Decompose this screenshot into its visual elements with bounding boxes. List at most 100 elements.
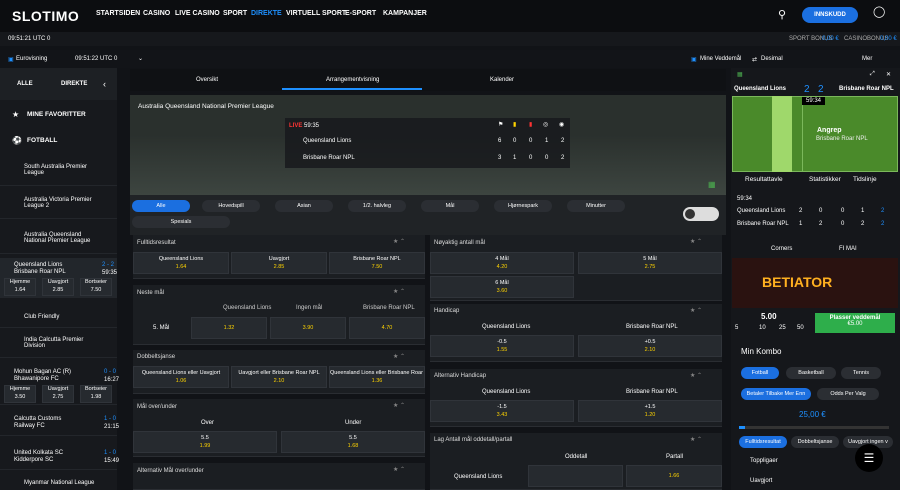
filter-spesials[interactable]: Spesials [132, 216, 230, 228]
tab-resultattavle[interactable]: Resultattavle [745, 176, 783, 183]
logo[interactable]: SLOTIMO [12, 8, 79, 24]
odds-button[interactable]: -1.5 3.43 [430, 400, 574, 422]
nav-e-sport[interactable]: E-SPORT [345, 10, 376, 17]
odds-button[interactable]: Queensland Lions eller Uavgjort 1.06 [133, 366, 229, 388]
odds-button[interactable]: Brisbane Roar NPL 7.50 [329, 252, 425, 274]
star-icon[interactable]: ★ ⌃ [393, 353, 405, 360]
place-bet-button[interactable]: Plasser veddemål €5.00 [815, 313, 895, 333]
odds-button[interactable]: 4.70 [349, 317, 425, 339]
odds-button[interactable]: Queensland Lions eller Brisbane Roar N 1.… [329, 366, 425, 388]
field-icon[interactable]: ▦ [737, 71, 743, 78]
odds-away[interactable]: Bortseier 1.98 [80, 385, 112, 403]
nav-kampanjer[interactable]: KAMPANJER [383, 10, 427, 17]
star-icon[interactable]: ★ ⌃ [393, 466, 405, 473]
league-item[interactable]: Australia Queensland National Premier Le… [0, 228, 117, 254]
league-label[interactable]: Myanmar National League [24, 480, 94, 486]
tab-arrangementvisning[interactable]: Arrangementvisning [326, 77, 379, 83]
chip-fulltid[interactable]: Fulltidsresultat [739, 436, 787, 448]
toggle[interactable] [683, 207, 719, 221]
stake-option[interactable]: 25 [779, 325, 786, 331]
promo-banner[interactable]: BETIATOR [732, 258, 898, 308]
filter-halvleg[interactable]: 1/2. halvleg [348, 200, 406, 212]
user-icon[interactable]: ◯ [873, 5, 885, 18]
odds-button[interactable]: +0.5 2.10 [578, 335, 722, 357]
odds-draw[interactable]: Uavgjort 2.85 [42, 278, 74, 296]
football-link[interactable]: FOTBALL [27, 137, 57, 144]
top-leagues[interactable]: Toppligaer [750, 458, 778, 464]
odds-button[interactable]: 5 Mål 2.75 [578, 252, 722, 274]
odds-button[interactable]: Uavgjort eller Brisbane Roar NPL 2.10 [231, 366, 327, 388]
eurovisning-label[interactable]: Eurovisning [16, 56, 47, 62]
odds-button[interactable]: Queensland Lions 1.64 [133, 252, 229, 274]
match-item[interactable]: Mohun Bagan AC (R) Bhawanipore FC 0 - 0 … [0, 365, 119, 405]
odds-button[interactable]: 6 Mål 3.60 [430, 276, 574, 298]
nav-sport[interactable]: SPORT [223, 10, 247, 17]
star-icon[interactable]: ★ ⌃ [393, 238, 405, 245]
tab-direkte[interactable]: DIREKTE [61, 81, 87, 87]
league-item[interactable]: India Calcutta Premier Division [0, 334, 117, 358]
tab-tidslinje[interactable]: Tidslinje [853, 176, 877, 183]
deposit-button[interactable]: INNSKUDD [802, 7, 858, 23]
odds-button[interactable]: 5.5 1.68 [281, 431, 425, 453]
filter-asian[interactable]: Asian [275, 200, 333, 212]
filter-hovedspill[interactable]: Hovedspill [202, 200, 260, 212]
checkbox-icon[interactable]: ▣ [691, 56, 697, 63]
stake-option[interactable]: 10 [759, 325, 766, 331]
match-item[interactable]: Queensland Lions Brisbane Roar NPL 2 - 2… [0, 258, 117, 298]
tab-statistikker[interactable]: Statistikker [809, 176, 841, 183]
chevron-down-icon[interactable]: ⌄ [138, 55, 143, 62]
sport-tennis[interactable]: Tennis [841, 367, 881, 379]
star-icon[interactable]: ★ ⌃ [393, 288, 405, 295]
star-icon[interactable]: ★ ⌃ [690, 372, 702, 379]
nav-live-casino[interactable]: LIVE CASINO [175, 10, 220, 17]
nav-direkte[interactable]: DIREKTE [251, 10, 282, 17]
match-item[interactable]: United Kolkata SC Kidderpore SC 1 - 0 15… [0, 446, 119, 470]
search-icon[interactable]: ⚲ [778, 8, 786, 21]
filter-minutter[interactable]: Minutter [567, 200, 625, 212]
odds-home[interactable]: Hjemme 1.64 [4, 278, 36, 296]
mine-bets-label[interactable]: Mine Veddemål [700, 56, 741, 62]
payback-button[interactable]: Betaler Tilbake Mer Enn [741, 388, 811, 400]
odds-button[interactable]: 1.66 [626, 465, 722, 487]
match-item[interactable]: Calcutta Customs Railway FC 1 - 0 21:15 [0, 412, 119, 436]
collapse-icon[interactable]: ‹ [103, 79, 106, 89]
sport-basketball[interactable]: Basketball [786, 367, 836, 379]
odds-draw[interactable]: Uavgjort 2.75 [42, 385, 74, 403]
tab-alle[interactable]: ALLE [17, 81, 33, 87]
odds-button[interactable]: +1.5 1.20 [578, 400, 722, 422]
odds-button[interactable]: 5.5 1.99 [133, 431, 277, 453]
star-icon[interactable]: ★ ⌃ [690, 436, 702, 443]
nav-startsiden[interactable]: STARTSIDEN [96, 10, 140, 17]
chat-icon[interactable]: ☰ [855, 444, 883, 472]
league-item[interactable]: Australia Victoria Premier League 2 [0, 193, 117, 219]
expand-icon[interactable]: ⤢ [870, 71, 875, 78]
tab-oversikt[interactable]: Oversikt [196, 77, 218, 83]
nav-casino[interactable]: CASINO [143, 10, 170, 17]
chip-dobbeltsjanse[interactable]: Dobbeltsjanse [791, 436, 839, 448]
sport-football[interactable]: Fotball [741, 367, 779, 379]
odds-away[interactable]: Bortseier 7.50 [80, 278, 112, 296]
league-item[interactable]: South Australia Premier League [0, 160, 117, 186]
odds-button[interactable]: -0.5 1.55 [430, 335, 574, 357]
league-item[interactable]: Club Friendly [0, 308, 117, 328]
odds-button[interactable]: 3.90 [270, 317, 346, 339]
star-icon[interactable]: ★ ⌃ [393, 402, 405, 409]
odds-button[interactable]: 1.32 [191, 317, 267, 339]
filter-mal[interactable]: Mål [421, 200, 479, 212]
stake-option[interactable]: 5 [735, 325, 738, 331]
odds-format-select[interactable]: Desimal [761, 56, 783, 62]
odds-home[interactable]: Hjemme 3.50 [4, 385, 36, 403]
odds-button[interactable]: 4 Mål 4.20 [430, 252, 574, 274]
more-menu[interactable]: Mer [862, 56, 872, 62]
tab-kalender[interactable]: Kalender [490, 77, 514, 83]
star-icon[interactable]: ★ ⌃ [690, 238, 702, 245]
odds-button[interactable] [528, 465, 623, 487]
star-icon[interactable]: ★ ⌃ [690, 307, 702, 314]
amount-slider[interactable] [739, 426, 889, 429]
filter-hjornespark[interactable]: Hjørnespark [494, 200, 552, 212]
odds-per-choice-button[interactable]: Odds Per Valg [817, 388, 879, 400]
close-icon[interactable]: ✕ [886, 71, 891, 78]
nav-virtuell-sport[interactable]: VIRTUELL SPORT [286, 10, 346, 17]
odds-button[interactable]: Uavgjort 2.85 [231, 252, 327, 274]
stake-option[interactable]: 50 [797, 325, 804, 331]
